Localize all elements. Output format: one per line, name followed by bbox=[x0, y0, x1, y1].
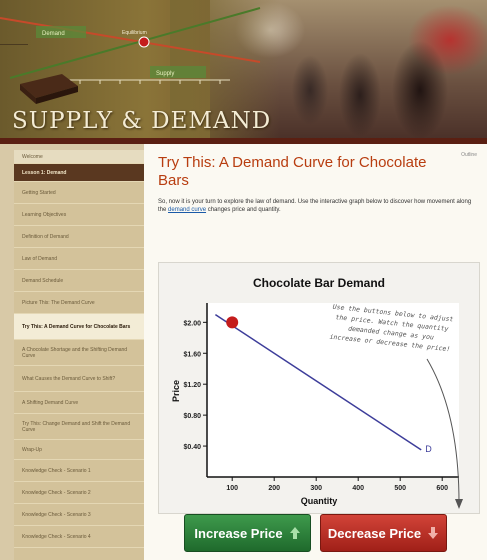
main-content: Outline Try This: A Demand Curve for Cho… bbox=[144, 144, 487, 560]
sidebar-item[interactable]: Learning Objectives bbox=[14, 204, 144, 226]
increase-price-button[interactable]: Increase Price bbox=[184, 514, 311, 552]
outline-link[interactable]: Outline bbox=[461, 152, 477, 158]
sidebar-item[interactable]: Try This: A Demand Curve for Chocolate B… bbox=[14, 314, 144, 340]
x-axis-label: Quantity bbox=[301, 496, 338, 506]
sidebar-item[interactable]: A Chocolate Shortage and the Shifting De… bbox=[14, 340, 144, 366]
x-tick-label: 100 bbox=[226, 485, 238, 492]
y-tick-label: $1.20 bbox=[183, 382, 201, 389]
chocolate-bar-icon bbox=[20, 74, 78, 104]
demand-curve-link[interactable]: demand curve bbox=[168, 207, 206, 213]
y-tick-label: $0.80 bbox=[183, 413, 201, 420]
y-tick-label: $0.40 bbox=[183, 444, 201, 451]
x-tick-label: 300 bbox=[310, 485, 322, 492]
sidebar-item[interactable]: Knowledge Check - Scenario 3 bbox=[14, 504, 144, 526]
sidebar-item[interactable]: Knowledge Check - Scenario 2 bbox=[14, 482, 144, 504]
sidebar-item[interactable]: Wrap-Up bbox=[14, 440, 144, 460]
lesson-sidebar: Welcome Lesson 1: Demand Getting Started Le… bbox=[14, 150, 144, 560]
svg-text:Supply: Supply bbox=[156, 71, 174, 77]
intro-paragraph: So, now it is your turn to explore the l… bbox=[158, 199, 472, 213]
x-tick-label: 600 bbox=[436, 485, 448, 492]
sidebar-item[interactable]: Demand Schedule bbox=[14, 270, 144, 292]
sidebar-item[interactable]: Try This: Change Demand and Shift the De… bbox=[14, 414, 144, 440]
decrease-price-button[interactable]: Decrease Price bbox=[320, 514, 447, 552]
y-tick-label: $2.00 bbox=[183, 320, 201, 327]
banner-supply-line bbox=[9, 7, 261, 79]
y-axis-label: Price bbox=[171, 380, 181, 402]
y-tick-label: $1.60 bbox=[183, 351, 201, 358]
sidebar-item[interactable]: Law of Demand bbox=[14, 248, 144, 270]
header-banner: Equilibrium Demand Supply SUPPLY & DEMAN… bbox=[0, 0, 487, 140]
x-tick-label: 500 bbox=[394, 485, 406, 492]
interactive-graph: Chocolate Bar Demand $0.40 $0.80 $1.20 $1.60… bbox=[158, 262, 480, 514]
svg-text:Demand: Demand bbox=[42, 31, 65, 37]
sidebar-item[interactable]: Lesson 1: Demand bbox=[14, 164, 144, 182]
current-price-point bbox=[226, 316, 239, 329]
sidebar-item[interactable]: A Shifting Demand Curve bbox=[14, 392, 144, 414]
arrow-down-icon bbox=[428, 527, 439, 539]
demand-curve-label: D bbox=[425, 444, 432, 454]
sidebar-item[interactable]: Picture This: The Demand Curve bbox=[14, 292, 144, 314]
banner-equilibrium-label: Equilibrium bbox=[122, 30, 147, 36]
site-title: SUPPLY & DEMAND bbox=[12, 108, 272, 134]
sidebar-item[interactable]: Welcome bbox=[14, 150, 144, 164]
sidebar-item[interactable]: What Causes the Demand Curve to Shift? bbox=[14, 366, 144, 392]
demand-chart: Chocolate Bar Demand $0.40 $0.80 $1.20 $1.60… bbox=[171, 276, 463, 509]
sidebar-item[interactable]: Getting Started bbox=[14, 182, 144, 204]
annotation-arrowhead bbox=[455, 499, 463, 509]
banner-demand-line bbox=[0, 17, 261, 63]
sidebar-item[interactable]: Definition of Demand bbox=[14, 226, 144, 248]
page-title: Try This: A Demand Curve for Chocolate B… bbox=[158, 154, 427, 189]
x-tick-label: 400 bbox=[352, 485, 364, 492]
arrow-up-icon bbox=[289, 527, 300, 539]
x-tick-label: 200 bbox=[268, 485, 280, 492]
sidebar-item[interactable]: Knowledge Check - Scenario 4 bbox=[14, 526, 144, 548]
chart-title: Chocolate Bar Demand bbox=[253, 276, 385, 290]
sidebar-item[interactable]: Knowledge Check - Scenario 1 bbox=[14, 460, 144, 482]
banner-equilibrium-dot bbox=[138, 36, 150, 48]
